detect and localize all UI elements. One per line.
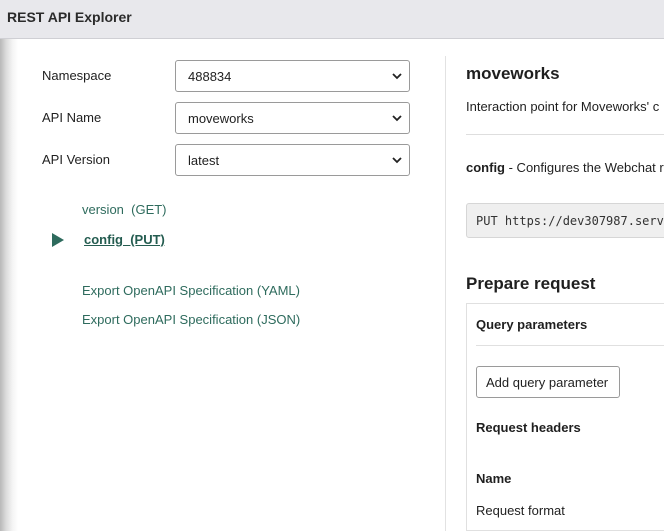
divider	[476, 345, 664, 346]
namespace-value: 488834	[188, 69, 232, 84]
app-title: REST API Explorer	[7, 9, 132, 25]
export-yaml-link[interactable]: Export OpenAPI Specification (YAML)	[82, 283, 300, 298]
api-name-value: moveworks	[188, 111, 254, 126]
chevron-down-icon	[392, 73, 402, 80]
pane-divider	[445, 56, 446, 531]
api-version-value: latest	[188, 153, 220, 168]
play-icon	[52, 233, 64, 247]
query-parameters-label: Query parameters	[476, 317, 588, 332]
window-edge-shadow	[0, 39, 18, 531]
request-format-label: Request format	[476, 503, 565, 518]
title-bar: REST API Explorer	[0, 0, 664, 39]
chevron-down-icon	[392, 115, 402, 122]
chevron-down-icon	[392, 157, 402, 164]
endpoint-version-get[interactable]: version (GET)	[82, 202, 167, 217]
divider	[466, 134, 664, 135]
request-url-box: PUT https://dev307987.serv	[466, 203, 664, 238]
api-title: moveworks	[466, 64, 560, 83]
api-name-label: API Name	[42, 110, 102, 125]
api-version-select[interactable]: latest	[175, 144, 410, 176]
prepare-request-heading: Prepare request	[466, 274, 596, 293]
request-headers-label: Request headers	[476, 420, 581, 435]
endpoint-config-put[interactable]: config (PUT)	[84, 232, 165, 247]
method-summary: config - Configures the Webchat r	[466, 160, 664, 175]
api-version-label: API Version	[42, 152, 110, 167]
method-description: - Configures the Webchat r	[505, 160, 664, 175]
add-query-parameter-button[interactable]: Add query parameter	[476, 366, 620, 398]
api-description: Interaction point for Moveworks' c	[466, 99, 660, 114]
export-json-link[interactable]: Export OpenAPI Specification (JSON)	[82, 312, 300, 327]
headers-name-column: Name	[476, 471, 512, 486]
namespace-select[interactable]: 488834	[175, 60, 410, 92]
prepare-request-panel	[466, 303, 664, 531]
api-name-select[interactable]: moveworks	[175, 102, 410, 134]
request-url: PUT https://dev307987.serv	[476, 214, 664, 228]
namespace-label: Namespace	[42, 68, 112, 83]
method-name: config	[466, 160, 505, 175]
